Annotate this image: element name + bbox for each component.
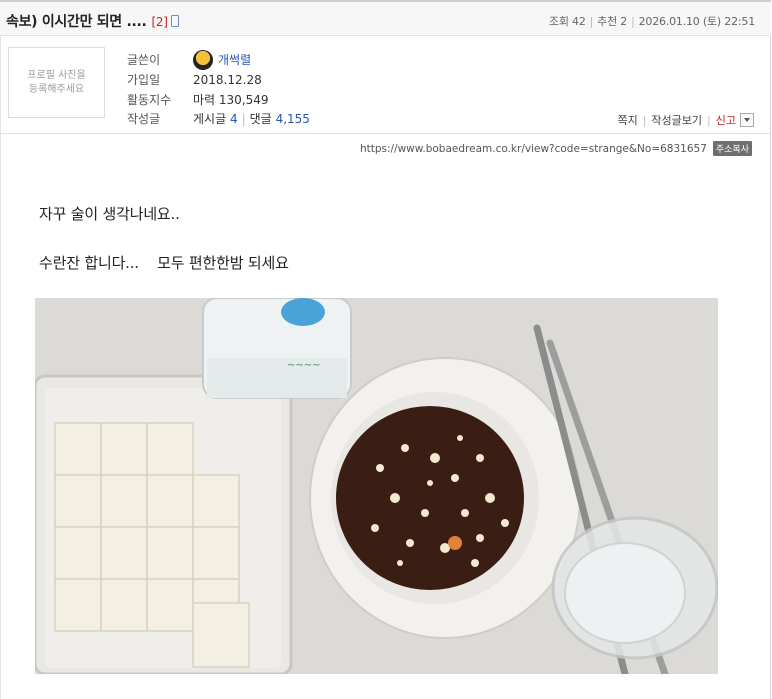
profile-placeholder: 프로필 사진을 등록해주세요 [8,47,105,118]
svg-text:~~~~: ~~~~ [287,360,321,371]
activity-value: 마력 130,549 [193,92,269,107]
comments-count-link[interactable]: 4,155 [276,112,310,126]
post-datetime: 2026.01.10 (토) 22:51 [638,15,756,28]
content-line-2: 수란잔 합니다... 모두 편한한밤 되세요 [39,254,289,272]
post-title: 속보) 이시간만 되면 .... [2] [6,11,179,31]
posts-count-link[interactable]: 4 [230,112,238,126]
recommend-count: 추천 2 [597,15,628,28]
writer-row: 글쓴이 개썩렬 [127,49,310,70]
post-photo: ~~~~ [35,298,718,674]
message-link[interactable]: 쪽지 [617,112,637,128]
mobile-icon [170,15,179,27]
post-header: 속보) 이시간만 되면 .... [2] 조회 42 | 추천 2 | 2026.01.1… [0,0,771,36]
post-url-text[interactable]: https://www.bobaedream.co.kr/view?code=s… [360,143,707,155]
posts-prefix: 게시글 [193,112,227,127]
posts-row: 작성글 게시글 4 | 댓글 4,155 [127,111,310,127]
content-line-1: 자꾸 술이 생각나네요.. [39,205,180,223]
view-count: 조회 42 [548,15,586,28]
activity-row: 활동지수 마력 130,549 [127,89,310,109]
author-actions: 쪽지 | 작성글보기 | 신고 [617,112,754,128]
joined-value: 2018.12.28 [193,72,262,87]
post-meta: 조회 42 | 추천 2 | 2026.01.10 (토) 22:51 [548,15,756,28]
activity-label: 활동지수 [127,92,172,107]
comments-prefix: 댓글 [249,112,272,127]
joined-row: 가입일 2018.12.28 [127,70,310,90]
chevron-down-icon[interactable] [740,113,754,127]
comment-count[interactable]: [2] [152,15,168,29]
copy-url-button[interactable]: 주소복사 [712,141,752,156]
report-link[interactable]: 신고 [716,112,736,128]
photo-illustration: ~~~~ [35,298,718,674]
joined-label: 가입일 [127,73,161,88]
view-posts-link[interactable]: 작성글보기 [651,112,702,128]
author-avatar-icon[interactable] [193,49,213,70]
writer-label: 글쓴이 [127,53,161,68]
profile-placeholder-text: 프로필 사진을 등록해주세요 [27,69,86,95]
posts-label: 작성글 [127,112,161,127]
post-title-text: 속보) 이시간만 되면 .... [6,14,147,30]
post-url: https://www.bobaedream.co.kr/view?code=s… [360,141,752,156]
divider [0,133,771,134]
author-nickname[interactable]: 개썩렬 [218,51,251,68]
author-info: 글쓴이 개썩렬 가입일 2018.12.28 활동지수 마력 130,549 작… [127,49,310,129]
